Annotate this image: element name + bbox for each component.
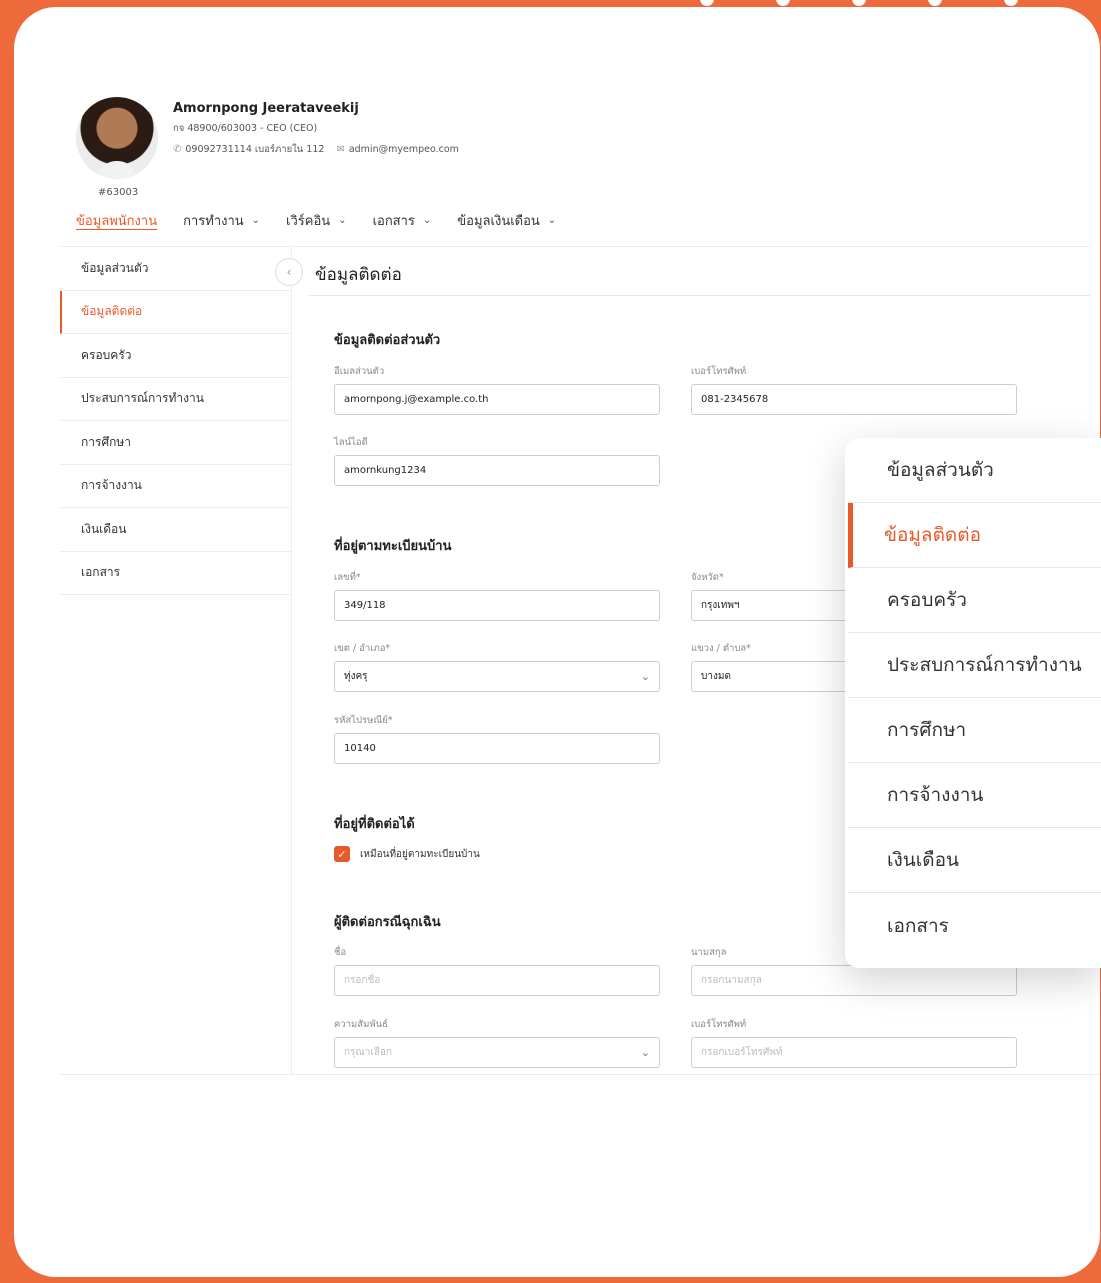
menu-item-documents[interactable]: เอกสาร <box>848 893 1101 958</box>
zoomed-sidebar-menu: ข้อมูลส่วนตัว ข้อมูลติดต่อ ครอบครัว ประส… <box>845 438 1101 968</box>
menu-item-family[interactable]: ครอบครัว <box>848 568 1101 633</box>
sidebar-item-salary[interactable]: เงินเดือน <box>60 508 291 552</box>
same-address-checkbox[interactable]: ✓ <box>334 846 350 862</box>
chevron-down-icon: ⌄ <box>338 215 347 226</box>
page-title: ข้อมูลติดต่อ <box>315 265 402 285</box>
tab-employee-info[interactable]: ข้อมูลพนักงาน <box>76 210 157 231</box>
decorative-dots <box>700 0 1018 6</box>
district-select[interactable]: ทุ่งครุ ⌄ <box>334 661 660 692</box>
tab-salary[interactable]: ข้อมูลเงินเดือน ⌄ <box>457 210 556 231</box>
emergency-phone-field[interactable]: กรอกเบอร์โทรศัพท์ <box>691 1037 1017 1068</box>
mail-icon: ✉ <box>336 144 345 155</box>
employee-email: admin@myempeo.com <box>348 144 459 155</box>
tab-workin[interactable]: เวิร์คอิน ⌄ <box>286 210 347 231</box>
emergency-surname-label: นามสกุล <box>691 947 727 958</box>
subdistrict-label: แขวง / ตำบล* <box>691 643 751 654</box>
employee-position: กจ 48900/603003 - CEO (CEO) <box>173 123 318 134</box>
employee-id: #63003 <box>98 187 139 198</box>
divider <box>60 1074 1100 1075</box>
section-title-personal-contact: ข้อมูลติดต่อส่วนตัว <box>334 333 441 348</box>
tab-documents[interactable]: เอกสาร ⌄ <box>373 210 432 231</box>
line-id-label: ไลน์ไอดี <box>334 437 368 448</box>
section-title-emergency-contact: ผู้ติดต่อกรณีฉุกเฉิน <box>334 915 441 930</box>
tab-work[interactable]: การทำงาน ⌄ <box>183 210 260 231</box>
sidebar-item-personal[interactable]: ข้อมูลส่วนตัว <box>60 247 291 291</box>
sidebar-item-employment[interactable]: การจ้างงาน <box>60 465 291 508</box>
chevron-down-icon: ⌄ <box>640 670 650 683</box>
menu-item-salary[interactable]: เงินเดือน <box>848 828 1101 893</box>
employee-phone: 09092731114 เบอร์ภายใน 112 <box>185 144 325 155</box>
line-id-field[interactable]: amornkung1234 <box>334 455 660 486</box>
sidebar-item-education[interactable]: การศึกษา <box>60 421 291 465</box>
sidebar: ข้อมูลส่วนตัว ข้อมูลติดต่อ ครอบครัว ประส… <box>60 247 292 1075</box>
menu-item-education[interactable]: การศึกษา <box>848 698 1101 763</box>
sidebar-item-contact[interactable]: ข้อมูลติดต่อ <box>60 290 291 334</box>
same-address-checkbox-row[interactable]: ✓ เหมือนที่อยู่ตามทะเบียนบ้าน <box>334 846 480 862</box>
emergency-name-field[interactable]: กรอกชื่อ <box>334 965 660 996</box>
menu-item-employment[interactable]: การจ้างงาน <box>848 763 1101 828</box>
top-tabs: ข้อมูลพนักงาน การทำงาน ⌄ เวิร์คอิน ⌄ เอกสา… <box>76 210 556 231</box>
postal-code-field[interactable]: 10140 <box>334 733 660 764</box>
district-label: เขต / อำเภอ* <box>334 643 391 654</box>
divider <box>309 295 1090 296</box>
employee-name: Amornpong Jeerataveekij <box>173 101 359 116</box>
personal-email-field[interactable]: amornpong.j@example.co.th <box>334 384 660 415</box>
menu-item-experience[interactable]: ประสบการณ์การทำงาน <box>848 633 1101 698</box>
collapse-sidebar-button[interactable]: ‹ <box>275 258 303 286</box>
sidebar-item-experience[interactable]: ประสบการณ์การทำงาน <box>60 378 291 421</box>
phone-label: เบอร์โทรศัพท์ <box>691 366 747 377</box>
emergency-phone-label: เบอร์โทรศัพท์ <box>691 1019 747 1030</box>
email-label: อีเมลส่วนตัว <box>334 366 385 377</box>
chevron-down-icon: ⌄ <box>640 1046 650 1059</box>
house-number-field[interactable]: 349/118 <box>334 590 660 621</box>
province-label: จังหวัด* <box>691 572 724 583</box>
chevron-down-icon: ⌄ <box>547 215 557 226</box>
relationship-label: ความสัมพันธ์ <box>334 1019 388 1030</box>
sidebar-item-documents[interactable]: เอกสาร <box>60 552 291 595</box>
menu-item-contact[interactable]: ข้อมูลติดต่อ <box>848 503 1101 568</box>
postal-code-label: รหัสไปรษณีย์* <box>334 715 393 726</box>
phone-field[interactable]: 081-2345678 <box>691 384 1017 415</box>
section-title-registered-address: ที่อยู่ตามทะเบียนบ้าน <box>334 539 452 554</box>
phone-icon: ✆ <box>173 144 182 155</box>
emergency-name-label: ชื่อ <box>334 947 347 958</box>
menu-item-personal[interactable]: ข้อมูลส่วนตัว <box>848 438 1101 503</box>
avatar <box>76 97 158 179</box>
sidebar-item-family[interactable]: ครอบครัว <box>60 334 291 378</box>
house-number-label: เลขที่* <box>334 572 361 583</box>
same-address-label: เหมือนที่อยู่ตามทะเบียนบ้าน <box>360 848 480 860</box>
chevron-down-icon: ⌄ <box>422 215 432 226</box>
chevron-left-icon: ‹ <box>286 265 292 279</box>
chevron-down-icon: ⌄ <box>251 215 261 226</box>
emergency-surname-field[interactable]: กรอกนามสกุล <box>691 965 1017 996</box>
section-title-contact-address: ที่อยู่ที่ติดต่อได้ <box>334 817 415 832</box>
relationship-select[interactable]: กรุณาเลือก ⌄ <box>334 1037 660 1068</box>
employee-contact: ✆ 09092731114 เบอร์ภายใน 112 ✉ admin@mye… <box>173 142 459 157</box>
